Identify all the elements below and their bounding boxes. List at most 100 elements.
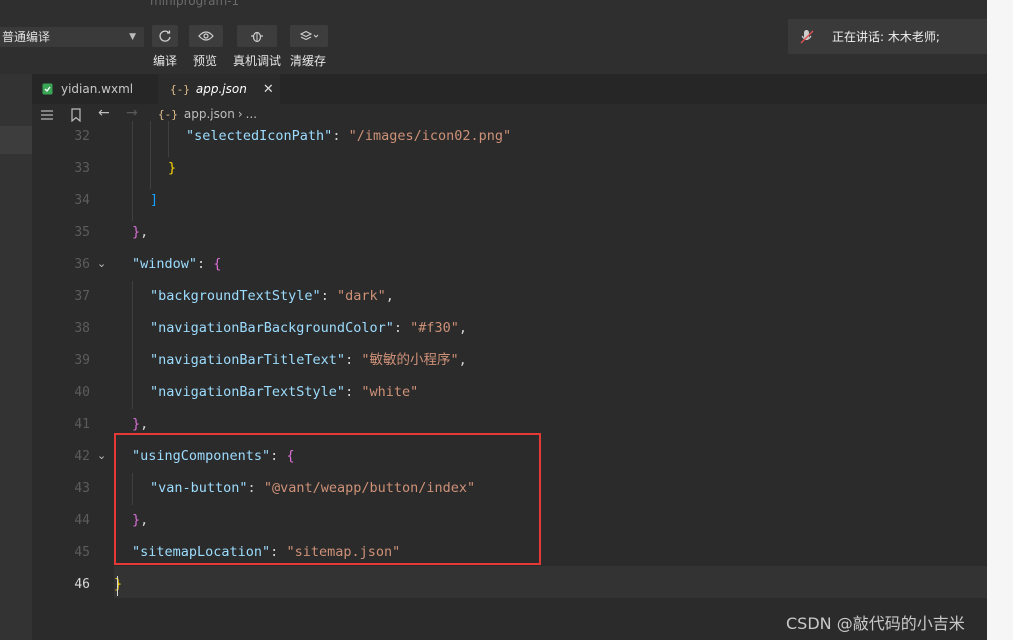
line-number: 32	[74, 129, 90, 144]
code-token: :	[345, 352, 362, 368]
tab-label: app.json	[195, 82, 247, 96]
code-line: }	[168, 158, 176, 178]
line-number: 45	[74, 545, 90, 560]
breadcrumb-bar: ← → {-} app.json › ...	[32, 104, 987, 126]
code-line: ]	[150, 190, 158, 210]
code-token: ,	[385, 288, 394, 304]
code-token: :	[345, 384, 362, 400]
code-token: :	[320, 288, 337, 304]
line-number: 46	[74, 577, 90, 592]
code-token: "敏敏的小程序"	[361, 352, 459, 368]
current-line-highlight	[114, 566, 987, 598]
indent-guide	[168, 121, 169, 157]
code-token: "/images/icon02.png"	[348, 128, 512, 144]
code-line: "window": {	[132, 254, 221, 274]
line-number: 37	[74, 289, 90, 304]
annotation-highlight-box	[114, 433, 541, 565]
code-token: "navigationBarTitleText"	[150, 352, 346, 368]
code-token: "window"	[132, 256, 198, 272]
indent-guide	[132, 281, 133, 409]
json-file-icon: {-}	[170, 82, 190, 96]
code-token: }	[168, 160, 177, 176]
code-token: ,	[458, 320, 468, 336]
code-token: ,	[458, 352, 467, 368]
device-debug-button[interactable]	[237, 25, 277, 47]
code-token: "backgroundTextStyle"	[150, 288, 321, 304]
chevron-right-icon: ›	[237, 107, 243, 121]
code-line: }	[114, 574, 122, 594]
code-token: }	[132, 416, 141, 432]
preview-button[interactable]	[189, 25, 223, 47]
line-number: 43	[74, 481, 90, 496]
clear-cache-label: 清缓存	[290, 54, 327, 68]
indent-guide	[132, 121, 133, 221]
json-file-icon: {-}	[158, 107, 178, 121]
tab-yidian-wxml[interactable]: yidian.wxml	[42, 74, 158, 104]
breadcrumb: {-} app.json › ...	[158, 107, 257, 121]
code-token: ,	[140, 224, 149, 240]
code-token: "navigationBarBackgroundColor"	[150, 320, 394, 336]
breadcrumb-file[interactable]: app.json	[184, 107, 235, 121]
line-number: 36	[74, 257, 90, 272]
close-icon[interactable]: ✕	[263, 82, 274, 97]
code-token: "#f30"	[410, 320, 459, 336]
code-token: "navigationBarTextStyle"	[150, 384, 346, 400]
speaker-text: 正在讲话: 木木老师;	[832, 30, 940, 44]
window-title: miniprogram-1	[150, 0, 240, 8]
code-line: "selectedIconPath": "/images/icon02.png"	[186, 126, 511, 146]
tab-label: yidian.wxml	[61, 82, 134, 96]
layers-icon	[299, 30, 319, 41]
chevron-down-icon: ▼	[129, 32, 136, 42]
activity-bar	[0, 74, 32, 640]
breadcrumb-more[interactable]: ...	[246, 107, 257, 121]
code-line: "navigationBarTextStyle": "white"	[150, 382, 418, 402]
line-number: 42	[74, 449, 90, 464]
eye-icon	[198, 31, 214, 41]
clear-cache-button[interactable]	[290, 25, 328, 47]
tab-app-json[interactable]: {-} app.json ✕	[158, 74, 280, 104]
speaking-indicator: 正在讲话: 木木老师;	[788, 19, 987, 54]
bug-icon	[251, 31, 263, 43]
code-token: }	[114, 576, 123, 592]
device-debug-label: 真机调试	[233, 54, 282, 68]
line-number: 44	[74, 513, 90, 528]
compile-button[interactable]	[152, 25, 178, 47]
code-line: },	[132, 414, 148, 434]
text-cursor	[117, 576, 118, 596]
refresh-icon	[159, 30, 171, 42]
compile-label: 编译	[153, 54, 178, 68]
code-token: :	[197, 256, 214, 272]
line-number: 33	[74, 161, 90, 176]
watermark: CSDN @敲代码的小吉米	[786, 614, 965, 633]
wxml-file-icon	[42, 83, 53, 95]
code-line: "navigationBarTitleText": "敏敏的小程序",	[150, 350, 467, 370]
code-token: ]	[150, 192, 159, 208]
code-token: "white"	[361, 384, 419, 400]
indent-guide	[150, 121, 151, 189]
code-token: "selectedIconPath"	[186, 128, 333, 144]
code-token: ,	[140, 416, 149, 432]
line-number: 39	[74, 353, 90, 368]
compile-mode-select[interactable]: 普通编译 ▼	[0, 27, 144, 47]
code-token: :	[332, 128, 349, 144]
code-line: },	[132, 222, 148, 242]
activity-item-explorer[interactable]	[0, 126, 32, 154]
list-icon[interactable]	[40, 109, 54, 121]
line-number: 35	[74, 225, 90, 240]
fold-chevron-icon[interactable]: ⌄	[97, 257, 106, 270]
line-number: 38	[74, 321, 90, 336]
code-line: "backgroundTextStyle": "dark",	[150, 286, 394, 306]
bookmark-icon[interactable]	[71, 108, 81, 122]
fold-chevron-icon[interactable]: ⌄	[97, 449, 106, 462]
line-number: 40	[74, 385, 90, 400]
editor-tab-bar: yidian.wxml {-} app.json ✕	[32, 74, 987, 104]
back-arrow-icon[interactable]: ←	[98, 105, 110, 121]
forward-arrow-icon[interactable]: →	[126, 105, 138, 121]
preview-label: 预览	[193, 54, 218, 68]
code-token: :	[393, 320, 411, 336]
code-token: "dark"	[336, 288, 386, 304]
code-token: }	[132, 224, 141, 240]
line-number: 41	[74, 417, 90, 432]
outer-page-background	[987, 0, 1013, 640]
line-number: 34	[74, 193, 90, 208]
